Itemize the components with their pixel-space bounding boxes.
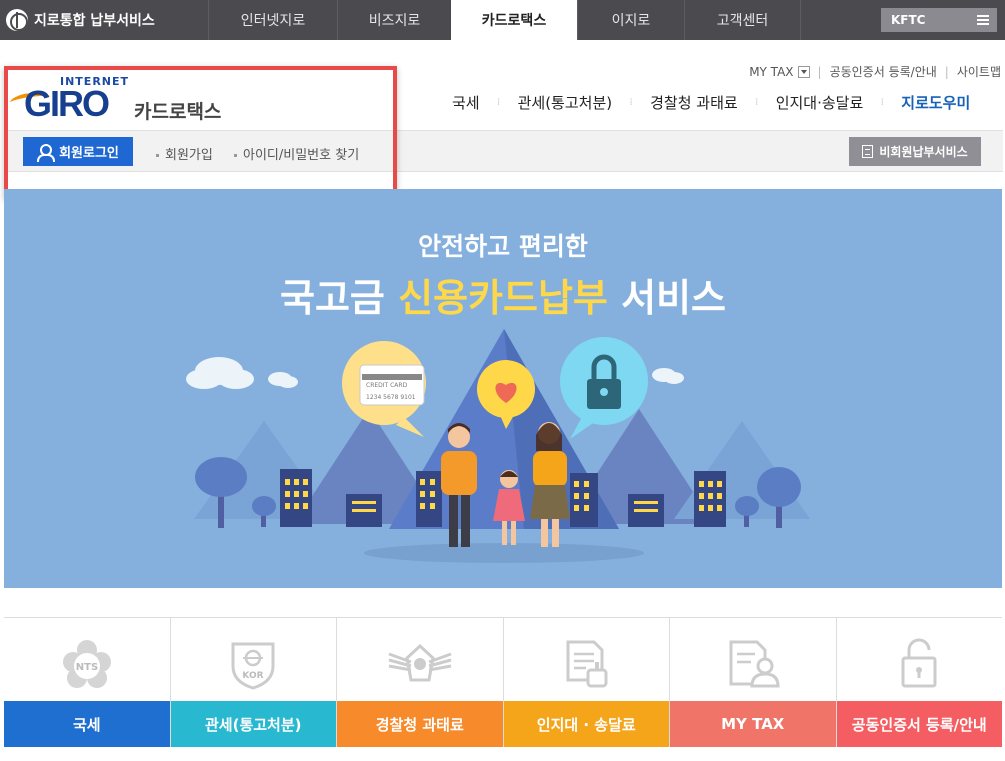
- building-icon: [280, 469, 312, 527]
- divider: ⁞: [497, 97, 501, 108]
- tile-label: 공동인증서 등록/안내: [836, 701, 1002, 747]
- tab-easy-giro[interactable]: 이지로: [577, 0, 684, 40]
- tab-cardrotax[interactable]: 카드로택스: [451, 0, 577, 40]
- hamburger-menu-icon: [977, 15, 989, 25]
- tree-icon: [252, 496, 276, 527]
- building-icon: [570, 473, 598, 527]
- cloud-icon: [652, 368, 684, 384]
- kftc-label: KFTC: [891, 13, 926, 27]
- tab-customer-center[interactable]: 고객센터: [684, 0, 801, 40]
- tree-icon: [735, 496, 759, 527]
- brand-label: 지로통합 납부서비스: [34, 13, 155, 29]
- tile-stamp-fee[interactable]: 인지대 · 송달료: [503, 618, 670, 747]
- tile-national-tax[interactable]: NTS 국세: [4, 618, 171, 747]
- document-icon: [862, 145, 874, 158]
- cloud-icon: [268, 372, 298, 388]
- nonmember-payment-button[interactable]: 비회원납부서비스: [849, 137, 981, 166]
- dropdown-arrow-icon[interactable]: [797, 65, 810, 78]
- nav-stamp-fee[interactable]: 인지대·송달료: [776, 92, 864, 113]
- utility-links: MY TAX | 공동인증서 등록/안내 | 사이트맵: [749, 63, 1001, 80]
- nav-customs[interactable]: 관세(통고처분): [518, 92, 613, 113]
- divider: ⁞: [880, 97, 884, 108]
- tile-police-fine[interactable]: 경찰청 과태료: [337, 618, 504, 747]
- divider: |: [944, 64, 949, 79]
- annotation-highlight-box: [4, 66, 397, 199]
- banner-illustration: CREDIT CARD 1234 5678 9101: [186, 329, 810, 563]
- nts-emblem-icon: NTS: [62, 640, 111, 688]
- credit-card-bubble: CREDIT CARD 1234 5678 9101: [342, 341, 426, 437]
- tile-label: 경찰청 과태료: [337, 701, 503, 747]
- tile-label: MY TAX: [670, 701, 836, 747]
- main-navigation: 국세 ⁞ 관세(통고처분) ⁞ 경찰청 과태료 ⁞ 인지대·송달료 ⁞ 지로도우…: [452, 92, 970, 113]
- tab-label: 인터넷지로: [240, 13, 306, 29]
- mytax-profile-icon: [729, 640, 780, 688]
- hero-banner: 안전하고 편리한 국고금 신용카드납부 서비스 CREDIT CARD 1234…: [4, 189, 1002, 588]
- document-stamp-icon: [566, 640, 608, 688]
- divider: ⁞: [629, 97, 633, 108]
- mytax-link[interactable]: MY TAX: [749, 65, 793, 79]
- kftc-menu-button[interactable]: KFTC: [881, 8, 997, 32]
- nav-national-tax[interactable]: 국세: [452, 92, 480, 113]
- globe-icon: [6, 9, 28, 31]
- building-icon: [416, 471, 442, 527]
- tab-label: 카드로택스: [481, 13, 547, 29]
- tile-certificate[interactable]: 공동인증서 등록/안내: [836, 618, 1002, 747]
- divider: |: [817, 64, 822, 79]
- tile-label: 관세(통고처분): [170, 701, 336, 747]
- tab-internet-giro[interactable]: 인터넷지로: [208, 0, 337, 40]
- building-icon: [628, 494, 664, 527]
- police-emblem-icon: [388, 643, 452, 682]
- card-number: 1234 5678 9101: [366, 394, 416, 401]
- nonmember-button-label: 비회원납부서비스: [879, 145, 968, 159]
- nav-police-fine[interactable]: 경찰청 과태료: [650, 92, 738, 113]
- svg-text:KOR: KOR: [243, 671, 264, 681]
- tab-label: 비즈지로: [368, 13, 421, 29]
- tab-label: 이지로: [611, 13, 651, 29]
- cloud-icon: [186, 357, 254, 389]
- divider: ⁞: [755, 97, 759, 108]
- svg-text:NTS: NTS: [76, 662, 98, 673]
- tab-biz-giro[interactable]: 비즈지로: [337, 0, 451, 40]
- top-navigation-bar: 지로통합 납부서비스 인터넷지로 비즈지로 카드로택스 이지로 고객센터 KFT…: [0, 0, 1005, 40]
- card-text: CREDIT CARD: [366, 382, 408, 389]
- tab-label: 고객센터: [716, 13, 769, 29]
- nav-giro-helper[interactable]: 지로도우미: [901, 92, 970, 113]
- sitemap-link[interactable]: 사이트맵: [957, 63, 1001, 80]
- tile-customs[interactable]: KOR 관세(통고처분): [170, 618, 337, 747]
- kor-customs-emblem-icon: KOR: [231, 642, 275, 690]
- tile-label: 국세: [4, 701, 170, 747]
- service-tiles: NTS 국세 KOR 관세(통고처분) 경찰청 과태료 인지대 · 송달료 MY…: [4, 617, 1002, 747]
- tile-mytax[interactable]: MY TAX: [670, 618, 837, 747]
- building-icon: [694, 471, 726, 527]
- giro-integrated-brand[interactable]: 지로통합 납부서비스: [0, 0, 208, 40]
- lock-icon: [901, 638, 937, 688]
- tile-label: 인지대 · 송달료: [503, 701, 669, 747]
- cert-link[interactable]: 공동인증서 등록/안내: [830, 63, 937, 80]
- building-icon: [346, 494, 382, 527]
